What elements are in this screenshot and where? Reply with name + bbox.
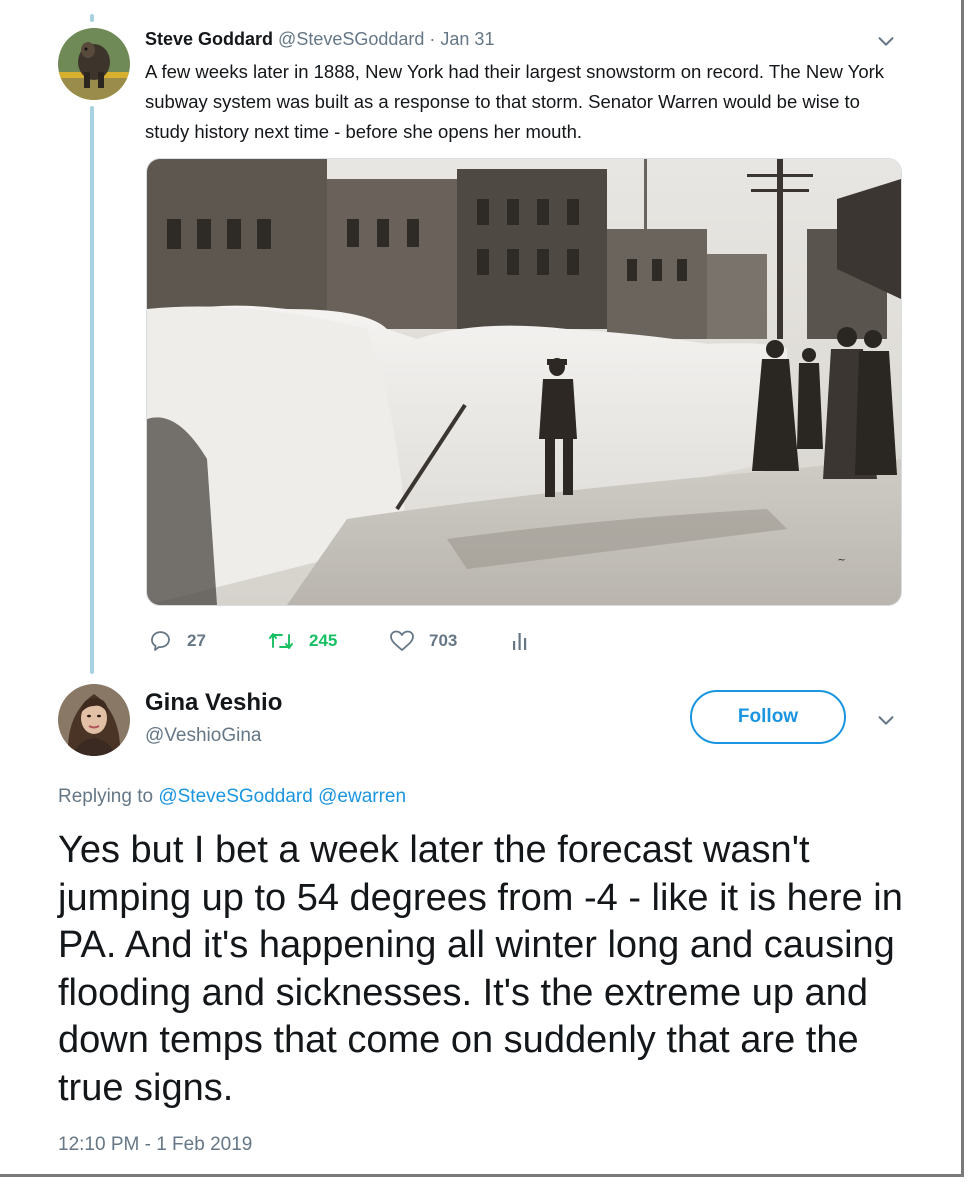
tweet-photo[interactable]: ~ — [146, 158, 902, 606]
author-name[interactable]: Steve Goddard — [145, 29, 273, 49]
reply-count: 27 — [187, 631, 206, 650]
replying-prefix: Replying to — [58, 786, 159, 807]
retweet-icon — [269, 633, 293, 649]
analytics-button[interactable] — [510, 624, 544, 658]
author-handle[interactable]: @SteveSGoddard — [278, 29, 424, 49]
author-handle[interactable]: @VeshioGina — [145, 725, 261, 747]
tweet-thread-frame: Steve Goddard @SteveSGoddard · Jan 31 A … — [0, 0, 964, 1177]
author-name[interactable]: Gina Veshio — [145, 689, 282, 717]
tweet-text: A few weeks later in 1888, New York had … — [145, 61, 885, 142]
tweet-date[interactable]: Jan 31 — [440, 29, 494, 49]
retweet-button[interactable]: 245 — [267, 624, 337, 658]
retweet-count: 245 — [309, 631, 338, 650]
thread-line — [90, 14, 94, 22]
avatar[interactable] — [58, 28, 130, 100]
reply-button[interactable]: 27 — [149, 624, 206, 658]
mention-link[interactable]: @SteveSGoddard — [158, 786, 313, 807]
tweet-header: Steve Goddard @SteveSGoddard · Jan 31 — [145, 29, 494, 50]
like-button[interactable]: 703 — [389, 624, 457, 658]
svg-text:~: ~ — [837, 553, 846, 566]
follow-button[interactable]: Follow — [690, 690, 846, 744]
replying-to: Replying to @SteveSGoddard @ewarren — [58, 786, 406, 808]
separator-dot: · — [424, 29, 441, 49]
like-icon — [390, 630, 414, 651]
like-count: 703 — [429, 631, 458, 650]
reply-icon — [151, 631, 170, 651]
chevron-down-icon[interactable] — [875, 709, 897, 731]
mention-link[interactable]: @ewarren — [318, 786, 406, 807]
avatar[interactable] — [58, 684, 130, 756]
thread-line — [90, 106, 94, 674]
tweet-timestamp[interactable]: 12:10 PM - 1 Feb 2019 — [58, 1134, 252, 1156]
analytics-icon — [513, 633, 527, 650]
chevron-down-icon[interactable] — [875, 30, 897, 52]
tweet-text: Yes but I bet a week later the forecast … — [58, 829, 903, 1109]
